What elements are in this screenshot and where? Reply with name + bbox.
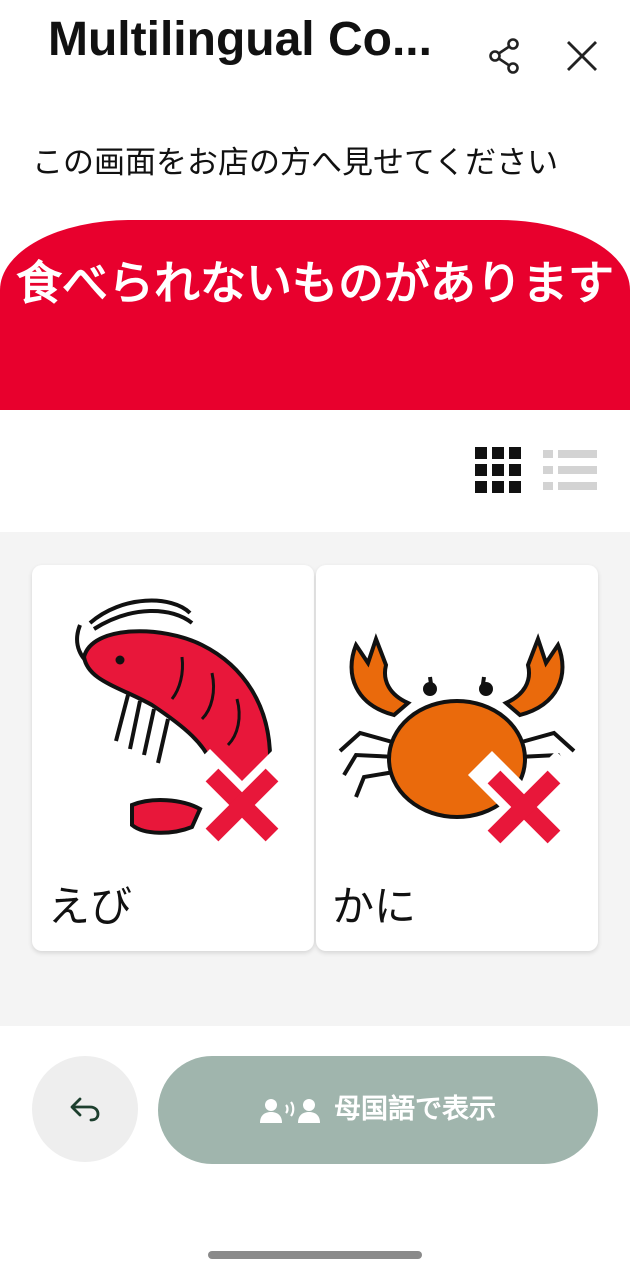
grid-view-icon xyxy=(475,447,521,493)
speaking-people-icon xyxy=(260,1099,320,1123)
show-native-language-button[interactable]: 母国語で表示 xyxy=(158,1056,598,1164)
close-button[interactable] xyxy=(556,30,608,82)
card-shrimp[interactable]: えび xyxy=(32,565,314,951)
card-crab[interactable]: かに xyxy=(316,565,598,951)
home-indicator[interactable] xyxy=(208,1251,422,1259)
close-icon xyxy=(567,41,597,71)
instruction-text: この画面をお店の方へ見せてください xyxy=(32,145,559,181)
red-cross-icon xyxy=(185,748,299,862)
banner-message: 食べられないものがあります xyxy=(16,256,614,310)
shrimp-icon xyxy=(75,598,299,862)
back-button[interactable] xyxy=(32,1056,138,1162)
app-header: Multilingual Co... xyxy=(0,0,630,110)
message-banner xyxy=(0,220,630,410)
native-button-label: 母国語で表示 xyxy=(334,1094,496,1125)
page-title: Multilingual Co... xyxy=(48,13,432,66)
list-view-button[interactable] xyxy=(540,442,600,498)
share-button[interactable] xyxy=(478,30,530,82)
card-label: かに xyxy=(332,882,417,931)
share-icon xyxy=(489,38,519,74)
undo-arrow-icon xyxy=(70,1097,100,1122)
list-view-icon xyxy=(543,450,597,490)
red-cross-icon xyxy=(467,750,581,864)
card-label: えび xyxy=(48,882,133,931)
grid-view-button[interactable] xyxy=(470,442,526,498)
crab-icon xyxy=(338,633,581,864)
